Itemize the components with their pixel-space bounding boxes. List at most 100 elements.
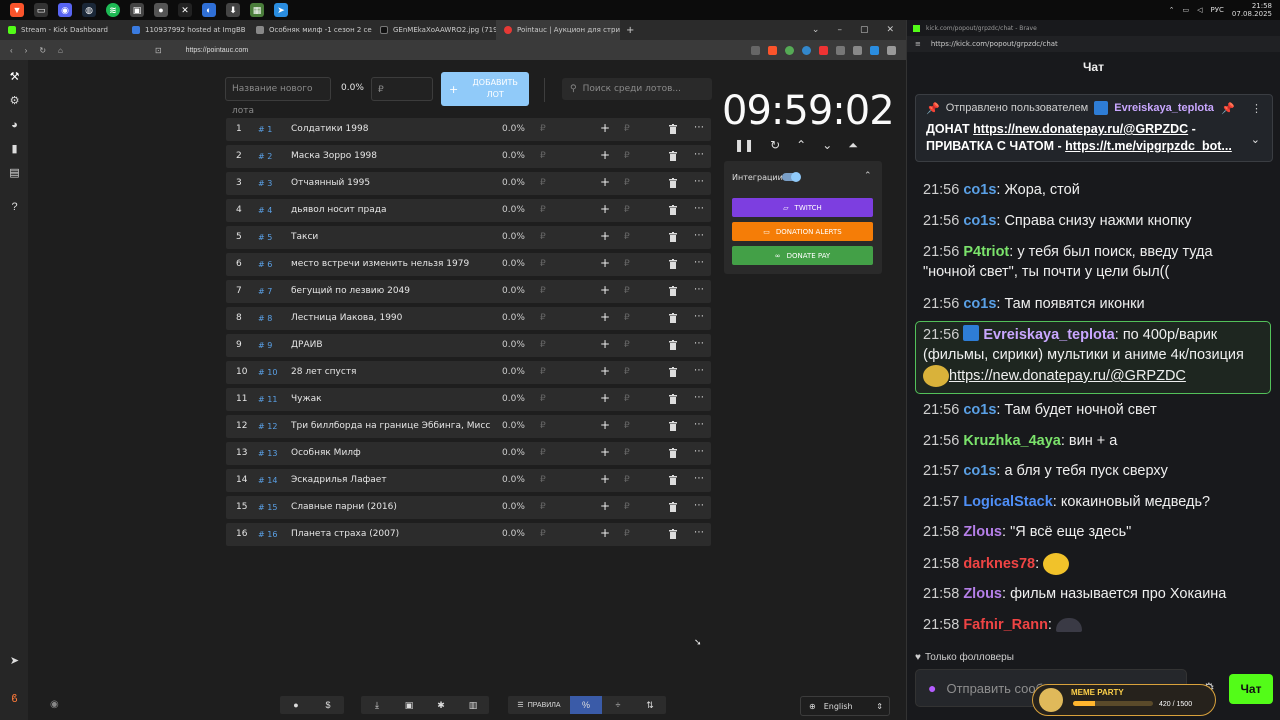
trash-icon[interactable] (669, 421, 677, 431)
unpin-icon[interactable]: 📌 (1221, 102, 1235, 115)
rules-button[interactable]: ☰ ПРАВИЛА (508, 696, 570, 714)
twitch-button[interactable]: ▱ TWITCH (732, 198, 873, 217)
more-horizontal-icon[interactable]: ⋯ (694, 311, 704, 322)
add-amount-icon[interactable]: + (600, 391, 610, 405)
minimize-icon[interactable]: – (837, 25, 842, 35)
lot-add-field[interactable]: ₽ (624, 394, 630, 404)
lot-amount-input[interactable]: ₽ (371, 77, 433, 101)
trash-icon[interactable] (669, 367, 677, 377)
trash-icon[interactable] (669, 124, 677, 134)
new-tab-icon[interactable]: + (626, 25, 634, 36)
message-username[interactable]: co1s (963, 402, 996, 418)
lot-add-field[interactable]: ₽ (624, 421, 630, 431)
pinned-user[interactable]: Evreiskaya_teplota (1114, 102, 1214, 114)
app-icon[interactable]: ▣ (130, 3, 144, 17)
lot-add-field[interactable]: ₽ (624, 178, 630, 188)
more-horizontal-icon[interactable]: ⋯ (694, 446, 704, 457)
window-icon[interactable]: ▭ (34, 3, 48, 17)
more-horizontal-icon[interactable]: ⋯ (694, 527, 704, 538)
help-icon[interactable]: ? (8, 200, 21, 213)
lot-name[interactable]: место встречи изменить нельзя 1979 (291, 259, 491, 269)
trash-icon[interactable] (669, 340, 677, 350)
lot-name[interactable]: дьявол носит прада (291, 205, 491, 215)
more-horizontal-icon[interactable]: ⋯ (694, 365, 704, 376)
ext-blue-icon[interactable] (802, 45, 811, 55)
menu-icon[interactable] (887, 45, 896, 55)
add-amount-icon[interactable]: + (600, 202, 610, 216)
more-horizontal-icon[interactable]: ⋯ (694, 203, 704, 214)
message-username[interactable]: co1s (963, 213, 996, 229)
lot-name[interactable]: Лестница Иакова, 1990 (291, 313, 491, 323)
tab-imgbb[interactable]: 110937992 hosted at ImgBB — Img (124, 20, 248, 40)
lot-amount-field[interactable]: ₽ (540, 367, 546, 377)
lot-add-field[interactable]: ₽ (624, 475, 630, 485)
steam-icon[interactable]: ◍ (82, 3, 96, 17)
lot-amount-field[interactable]: ₽ (540, 151, 546, 161)
add-amount-icon[interactable]: + (600, 418, 610, 432)
split-icon[interactable]: ÷ (602, 696, 634, 714)
lot-name[interactable]: ДРАЙВ (291, 340, 491, 350)
message-username[interactable]: co1s (963, 182, 996, 198)
lot-add-field[interactable]: ₽ (624, 340, 630, 350)
more-horizontal-icon[interactable]: ⋯ (694, 284, 704, 295)
wheel-icon[interactable]: ◕ (8, 118, 21, 131)
trash-icon[interactable] (669, 151, 677, 161)
ext-telegram-icon[interactable] (870, 45, 879, 55)
ext-red-icon[interactable] (819, 45, 828, 55)
trash-icon[interactable] (669, 178, 677, 188)
minecraft-icon[interactable]: ▦ (250, 3, 264, 17)
lot-search-input[interactable]: ⚲ Поиск среди лотов... (562, 78, 712, 100)
tab-pointauc[interactable]: Pointauc | Аукцион для стримера ✕ (496, 20, 620, 40)
lot-name[interactable]: Отчаянный 1995 (291, 178, 491, 188)
add-time-icon[interactable]: ⌃ (796, 138, 806, 153)
chevron-up-icon[interactable]: ⌃ (864, 170, 872, 181)
more-horizontal-icon[interactable]: ⋯ (694, 176, 704, 187)
more-horizontal-icon[interactable]: ⋯ (694, 473, 704, 484)
sort-icon[interactable]: ⇅ (634, 696, 666, 714)
expand-chevron-icon[interactable]: ⌄ (1251, 133, 1260, 146)
tab-series[interactable]: Особняк милф -1 сезон 2 серия / (248, 20, 372, 40)
donate-dollar-icon[interactable]: $ (312, 696, 344, 714)
auction-gavel-icon[interactable]: ⚒ (8, 70, 21, 83)
add-amount-icon[interactable]: + (600, 364, 610, 378)
lot-amount-field[interactable]: ₽ (540, 259, 546, 269)
trash-icon[interactable] (669, 259, 677, 269)
volume-icon[interactable]: ◁ (1197, 6, 1202, 14)
message-username[interactable]: Evreiskaya_teplota (983, 327, 1114, 343)
more-horizontal-icon[interactable]: ⋯ (694, 230, 704, 241)
add-amount-icon[interactable]: + (600, 283, 610, 297)
tray-lang[interactable]: РУС (1211, 6, 1224, 14)
github-icon[interactable]: ● (154, 3, 168, 17)
maximize-icon[interactable]: ▢ (860, 25, 869, 35)
trash-icon[interactable] (669, 394, 677, 404)
reduce-time-icon[interactable]: ⌄ (822, 138, 832, 153)
donation-alerts-button[interactable]: ▭ DONATION ALERTS (732, 222, 873, 241)
message-username[interactable]: P4triot (963, 244, 1009, 260)
lot-name[interactable]: Три биллборда на границе Эббинга, Мисс (291, 421, 491, 431)
lot-name[interactable]: бегущий по лезвию 2049 (291, 286, 491, 296)
lot-add-field[interactable]: ₽ (624, 124, 630, 134)
lot-add-field[interactable]: ₽ (624, 205, 630, 215)
pause-icon[interactable]: ❚❚ (734, 138, 754, 153)
language-select[interactable]: ⊕ English ⇕ (800, 696, 890, 716)
integrations-toggle[interactable] (782, 172, 801, 182)
add-amount-icon[interactable]: + (600, 499, 610, 513)
spotify-icon[interactable]: ≋ (106, 3, 120, 17)
message-username[interactable]: Kruzhka_4aya (963, 433, 1061, 449)
lot-add-field[interactable]: ₽ (624, 259, 630, 269)
message-link[interactable]: https://new.donatepay.ru/@GRPZDC (949, 368, 1186, 384)
lot-name[interactable]: Чужак (291, 394, 491, 404)
add-amount-icon[interactable]: + (600, 310, 610, 324)
message-username[interactable]: co1s (963, 463, 996, 479)
home-icon[interactable]: ⌂ (58, 46, 63, 55)
lot-add-field[interactable]: ₽ (624, 367, 630, 377)
pinned-donate-link[interactable]: https://new.donatepay.ru/@GRPZDC (973, 122, 1188, 136)
brave-icon[interactable]: ▼ (10, 3, 24, 17)
forward-icon[interactable]: › (25, 46, 28, 55)
add-lot-button[interactable]: + ДОБАВИТЬ ЛОТ (441, 72, 529, 106)
send-chat-button[interactable]: Чат (1229, 674, 1273, 704)
trash-icon[interactable] (669, 232, 677, 242)
trash-icon[interactable] (669, 448, 677, 458)
chevron-down-icon[interactable]: ⌄ (812, 25, 820, 35)
percent-mode-icon[interactable]: % (570, 696, 602, 714)
